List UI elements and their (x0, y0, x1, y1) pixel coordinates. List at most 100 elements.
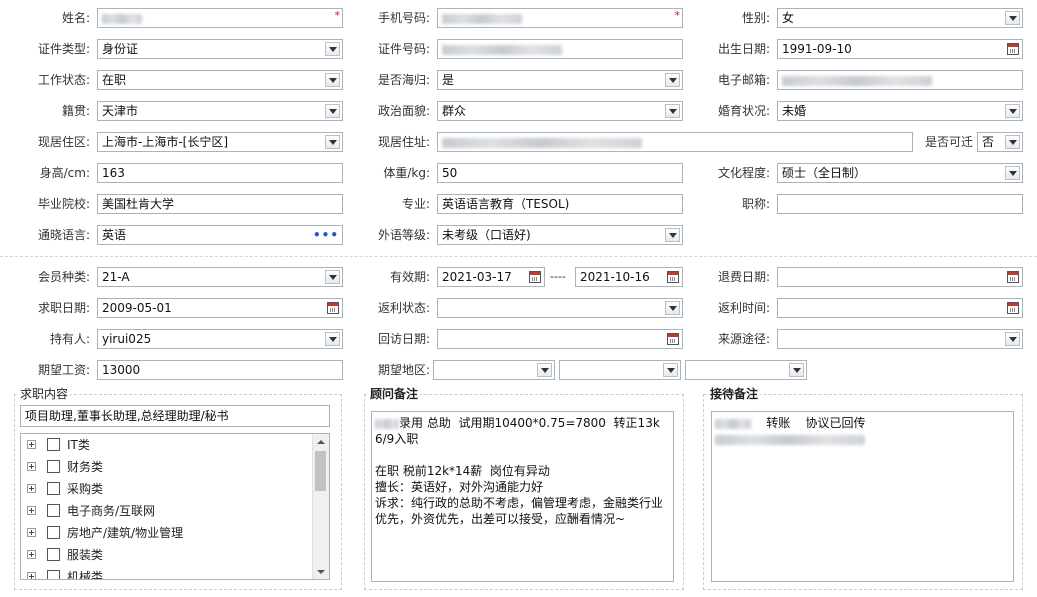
calendar-icon[interactable] (667, 271, 679, 283)
expand-plus-icon[interactable] (27, 462, 36, 471)
calendar-icon[interactable] (667, 333, 679, 345)
political-select[interactable]: 群众 (437, 101, 683, 121)
required-mark: * (334, 9, 341, 22)
height-field[interactable]: 163 (97, 163, 343, 183)
visit-date-field[interactable] (437, 329, 683, 349)
checkbox-icon[interactable] (47, 526, 60, 539)
education-select[interactable]: 硕士（全日制） (777, 163, 1023, 183)
dropdown-arrow-icon[interactable] (663, 363, 678, 377)
name-redacted (102, 13, 142, 24)
expand-plus-icon[interactable] (27, 506, 36, 515)
calendar-icon[interactable] (529, 271, 541, 283)
dropdown-arrow-icon[interactable] (325, 135, 340, 149)
dropdown-arrow-icon[interactable] (325, 270, 340, 284)
id-number-field[interactable] (437, 39, 683, 59)
height-value: 163 (102, 166, 125, 180)
dropdown-arrow-icon[interactable] (537, 363, 552, 377)
gender-select[interactable]: 女 (777, 8, 1023, 28)
checkbox-icon[interactable] (47, 570, 60, 579)
id-type-select[interactable]: 身份证 (97, 39, 343, 59)
region-city-select[interactable] (559, 360, 681, 380)
school-field[interactable]: 美国杜肯大学 (97, 194, 343, 214)
rebate-status-select[interactable] (437, 298, 683, 318)
dropdown-arrow-icon[interactable] (1005, 166, 1020, 180)
checkbox-icon[interactable] (47, 548, 60, 561)
holder-select[interactable]: yirui025 (97, 329, 343, 349)
title-label: 职称: (741, 197, 770, 211)
dropdown-arrow-icon[interactable] (665, 301, 680, 315)
salary-field[interactable]: 13000 (97, 360, 343, 380)
source-select[interactable] (777, 329, 1023, 349)
job-summary-field[interactable]: 项目助理,董事长助理,总经理助理/秘书 (20, 405, 330, 427)
dropdown-arrow-icon[interactable] (1005, 11, 1020, 25)
checkbox-icon[interactable] (47, 482, 60, 495)
relocate-select[interactable]: 否 (977, 132, 1023, 152)
scroll-down-icon[interactable] (313, 564, 329, 579)
consultant-note-textarea[interactable]: 录用 总助 试用期10400*0.75=7800 转正13k 6/9入职 在职 … (371, 411, 674, 582)
dropdown-arrow-icon[interactable] (789, 363, 804, 377)
weight-field[interactable]: 50 (437, 163, 683, 183)
dropdown-arrow-icon[interactable] (325, 104, 340, 118)
native-select[interactable]: 天津市 (97, 101, 343, 121)
birth-date-field[interactable]: 1991-09-10 (777, 39, 1023, 59)
checkbox-icon[interactable] (47, 460, 60, 473)
tree-item-label: 采购类 (67, 482, 104, 496)
marital-value: 未婚 (782, 104, 807, 118)
political-value: 群众 (442, 104, 467, 118)
region-district-select[interactable] (685, 360, 807, 380)
member-type-select[interactable]: 21-A (97, 267, 343, 287)
residence-select[interactable]: 上海市-上海市-[长宁区] (97, 132, 343, 152)
expand-plus-icon[interactable] (27, 572, 36, 579)
calendar-icon[interactable] (327, 302, 339, 314)
rebate-time-field[interactable] (777, 298, 1023, 318)
calendar-icon[interactable] (1007, 271, 1019, 283)
job-date-field[interactable]: 2009-05-01 (97, 298, 343, 318)
major-field[interactable]: 英语语言教育（TESOL) (437, 194, 683, 214)
dropdown-arrow-icon[interactable] (325, 42, 340, 56)
dropdown-arrow-icon[interactable] (1005, 332, 1020, 346)
visit-date-label: 回访日期: (377, 332, 430, 346)
dropdown-arrow-icon[interactable] (325, 332, 340, 346)
work-status-select[interactable]: 在职 (97, 70, 343, 90)
expand-plus-icon[interactable] (27, 528, 36, 537)
tree-scrollbar[interactable] (312, 434, 329, 579)
region-province-select[interactable] (433, 360, 555, 380)
source-label: 来源途径: (717, 332, 770, 346)
reception-note-textarea[interactable]: 转账 协议已回传 (711, 411, 1014, 582)
email-field[interactable] (777, 70, 1023, 90)
overseas-select[interactable]: 是 (437, 70, 683, 90)
language-field[interactable]: 英语 ••• (97, 225, 343, 245)
native-label: 籍贯: (61, 104, 90, 118)
calendar-icon[interactable] (1007, 43, 1019, 55)
tree-item-label: IT类 (67, 438, 90, 452)
scroll-thumb[interactable] (315, 451, 326, 491)
checkbox-icon[interactable] (47, 504, 60, 517)
expand-plus-icon[interactable] (27, 550, 36, 559)
scroll-up-icon[interactable] (313, 434, 329, 449)
calendar-icon[interactable] (1007, 302, 1019, 314)
phone-field[interactable]: * (437, 8, 683, 28)
dropdown-arrow-icon[interactable] (665, 104, 680, 118)
job-category-tree[interactable]: IT类 财务类 采购类 电子商务/互联网 房地产/建筑/物业管理 服装类 机械类 (20, 433, 330, 580)
valid-to-field[interactable]: 2021-10-16 (575, 267, 683, 287)
professional-title-field[interactable] (777, 194, 1023, 214)
job-date-value: 2009-05-01 (102, 301, 172, 315)
dropdown-arrow-icon[interactable] (1005, 135, 1020, 149)
refund-date-field[interactable] (777, 267, 1023, 287)
marital-select[interactable]: 未婚 (777, 101, 1023, 121)
expand-plus-icon[interactable] (27, 484, 36, 493)
dropdown-arrow-icon[interactable] (665, 73, 680, 87)
dropdown-arrow-icon[interactable] (1005, 104, 1020, 118)
dropdown-arrow-icon[interactable] (325, 73, 340, 87)
valid-from-field[interactable]: 2021-03-17 (437, 267, 545, 287)
overseas-label: 是否海归: (377, 73, 430, 87)
address-field[interactable] (437, 132, 913, 152)
expand-plus-icon[interactable] (27, 440, 36, 449)
checkbox-icon[interactable] (47, 438, 60, 451)
name-field[interactable]: * (97, 8, 343, 28)
foreign-level-select[interactable]: 未考级（口语好) (437, 225, 683, 245)
refund-date-label: 退费日期: (717, 270, 770, 284)
language-label: 通晓语言: (37, 228, 90, 242)
dropdown-arrow-icon[interactable] (665, 228, 680, 242)
ellipsis-icon[interactable]: ••• (313, 226, 339, 244)
